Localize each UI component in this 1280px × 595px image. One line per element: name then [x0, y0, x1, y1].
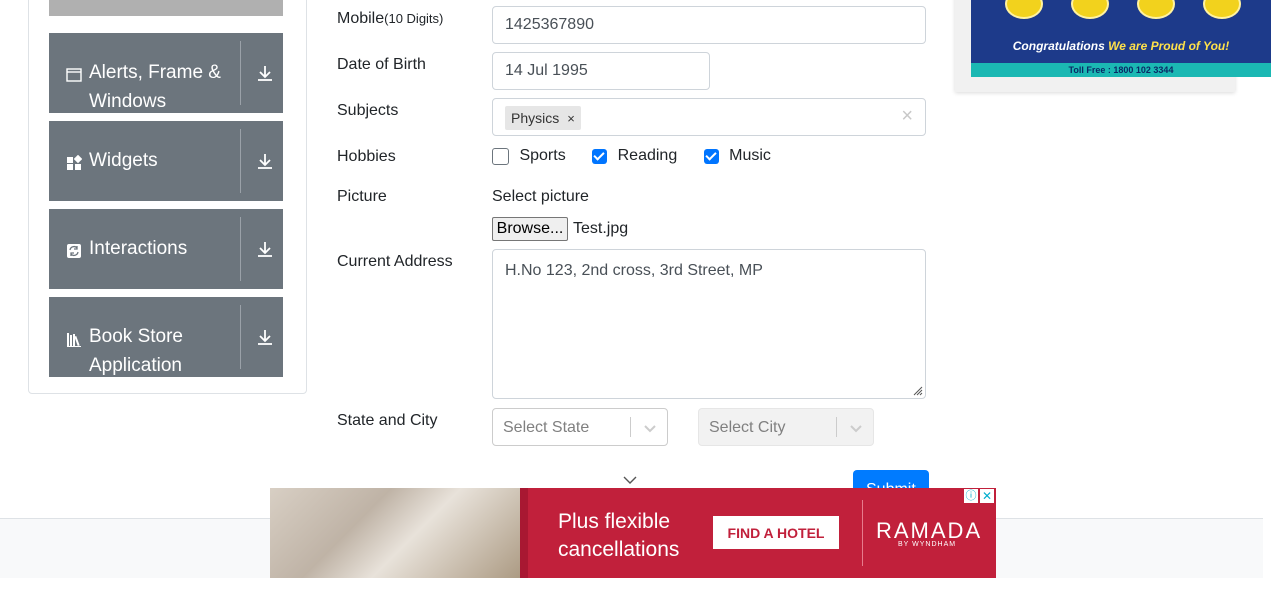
divider — [862, 500, 863, 566]
browse-button[interactable]: Browse... — [492, 217, 568, 241]
city-select[interactable]: Select City — [698, 408, 874, 446]
medal-icon — [1203, 0, 1241, 19]
mobile-hint: (10 Digits) — [384, 11, 444, 26]
sidebar-group-label: Interactions — [89, 238, 188, 259]
state-select[interactable]: Select State — [492, 408, 668, 446]
mobile-input[interactable]: 1425367890 — [492, 6, 926, 44]
sidebar-group-label: Alerts, Frame & Windows — [89, 62, 221, 112]
divider — [836, 417, 837, 437]
sidebar-group-interactions[interactable]: Interactions — [49, 209, 283, 289]
hobby-reading-label[interactable]: Reading — [618, 147, 678, 164]
ad-headline-line2: cancellations — [558, 538, 680, 561]
ad-proud-text: We are Proud of You! — [1108, 39, 1230, 53]
ad-close-icon[interactable]: ✕ — [980, 489, 994, 503]
sidebar-group-alerts[interactable]: Alerts, Frame & Windows — [49, 33, 283, 113]
sidebar-group-label: Book Store Application — [89, 326, 183, 376]
ad-brand-sub: BY WYNDHAM — [898, 541, 957, 548]
address-value: H.No 123, 2nd cross, 3rd Street, MP — [505, 262, 763, 279]
hobby-music-checkbox[interactable] — [703, 148, 719, 164]
hobby-music-label[interactable]: Music — [729, 147, 771, 164]
state-placeholder: Select State — [503, 419, 590, 436]
sidebar-group-collapsed[interactable] — [49, 0, 283, 16]
mobile-label: Mobile(10 Digits) — [337, 10, 444, 27]
address-textarea[interactable]: H.No 123, 2nd cross, 3rd Street, MP — [492, 249, 926, 399]
subjects-input[interactable]: Physics × × — [492, 98, 926, 136]
address-label: Current Address — [337, 253, 453, 270]
medal-icon — [1005, 0, 1043, 19]
chevron-down-icon — [850, 425, 862, 433]
window-icon — [66, 68, 82, 82]
download-icon[interactable] — [255, 327, 275, 347]
subjects-label: Subjects — [337, 102, 399, 119]
hobbies-group: Sports Reading Music — [492, 147, 771, 167]
interactions-icon — [67, 244, 81, 258]
hobby-sports-label[interactable]: Sports — [519, 147, 565, 164]
chevron-down-icon[interactable] — [623, 475, 637, 485]
sidebar-group-widgets[interactable]: Widgets — [49, 121, 283, 201]
ad-headline-line1: Plus flexible — [558, 510, 671, 533]
find-hotel-button[interactable]: FIND A HOTEL — [713, 516, 839, 549]
subject-chip: Physics × — [505, 106, 581, 130]
download-icon[interactable] — [255, 151, 275, 171]
divider — [240, 129, 241, 193]
file-name: Test.jpg — [573, 220, 629, 237]
download-icon[interactable] — [255, 63, 275, 83]
resize-handle-icon[interactable] — [911, 384, 923, 396]
chip-remove-icon[interactable]: × — [567, 111, 575, 126]
chevron-down-icon — [644, 425, 656, 433]
dob-input[interactable]: 14 Jul 1995 — [492, 52, 710, 90]
divider — [240, 41, 241, 105]
mobile-value: 1425367890 — [505, 16, 594, 33]
sidebar-group-label: Widgets — [89, 150, 158, 171]
hobby-reading-checkbox[interactable] — [592, 148, 608, 164]
medal-icon — [1137, 0, 1175, 19]
divider — [240, 305, 241, 369]
ad-banner-top[interactable]: Congratulations We are Proud of You! — [971, 0, 1271, 63]
ad-tollfree: Toll Free : 1800 102 3344 — [971, 63, 1271, 77]
ad-congrats: Congratulations We are Proud of You! — [971, 39, 1271, 53]
widgets-icon — [67, 155, 82, 170]
download-icon[interactable] — [255, 239, 275, 259]
select-picture-label: Select picture — [492, 188, 589, 205]
divider — [630, 417, 631, 437]
books-icon — [67, 333, 81, 347]
hobby-sports-checkbox[interactable] — [492, 147, 509, 165]
medal-icon — [1071, 0, 1109, 19]
divider — [240, 217, 241, 281]
ad-banner-bottom[interactable]: Plus flexible cancellations FIND A HOTEL… — [270, 488, 996, 578]
ad-info-icon[interactable]: ⓘ — [964, 489, 978, 503]
dob-value: 14 Jul 1995 — [505, 62, 588, 79]
dob-label: Date of Birth — [337, 56, 426, 73]
ad-congrats-text: Congratulations — [1012, 39, 1105, 53]
state-city-label: State and City — [337, 412, 438, 429]
city-placeholder: Select City — [709, 419, 786, 436]
picture-label: Picture — [337, 188, 387, 205]
sidebar-group-bookstore[interactable]: Book Store Application — [49, 297, 283, 377]
ad-headline: Plus flexible cancellations — [558, 508, 679, 564]
clear-icon[interactable]: × — [901, 105, 913, 128]
subject-chip-label: Physics — [511, 110, 560, 126]
hobbies-label: Hobbies — [337, 148, 396, 165]
ad-photo — [270, 488, 528, 578]
